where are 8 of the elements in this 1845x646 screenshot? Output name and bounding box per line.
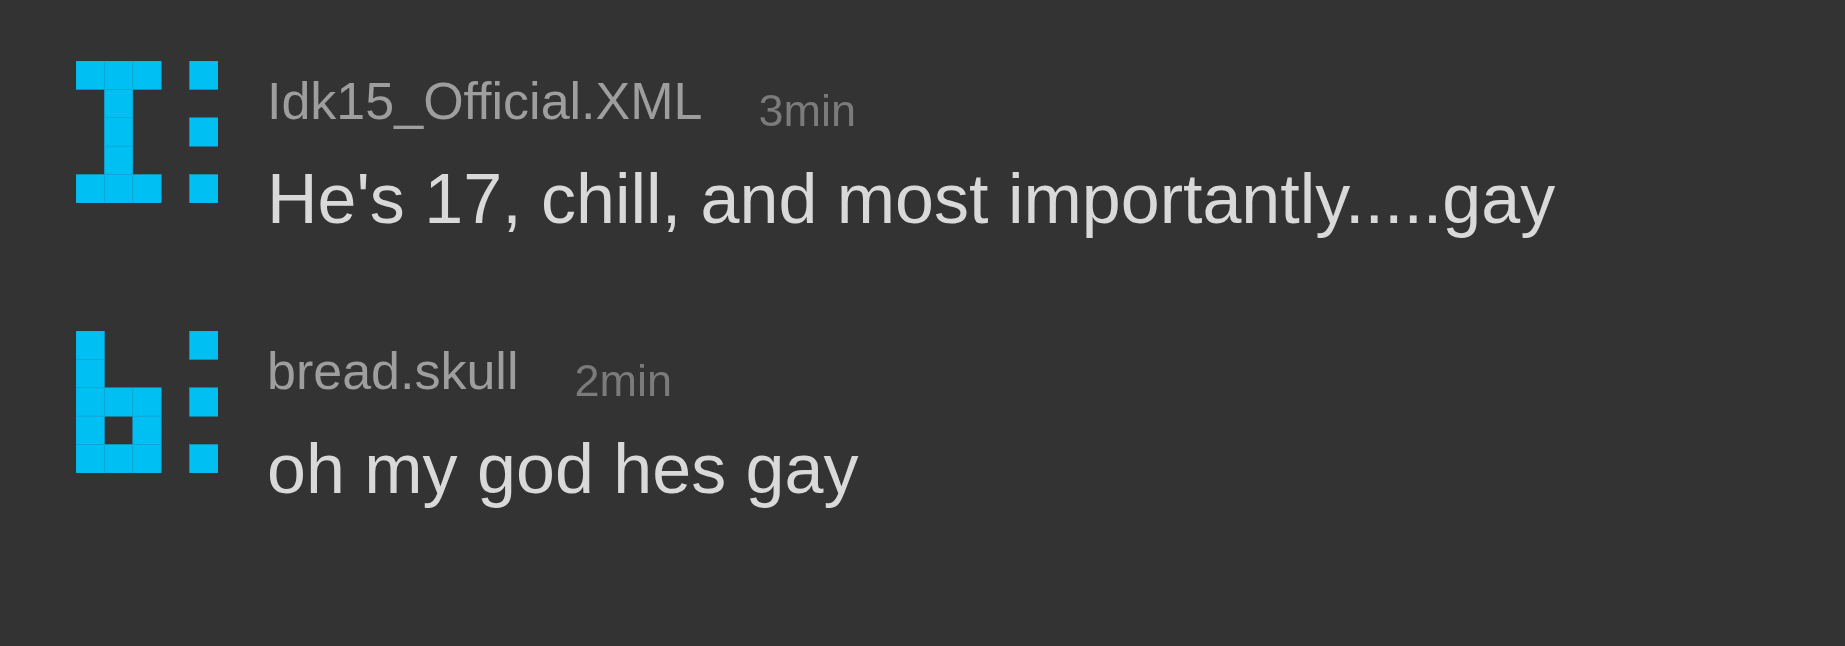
comment-text: oh my god hes gay: [267, 429, 859, 509]
timestamp: 3min: [758, 85, 857, 137]
avatar-icon: [76, 331, 218, 473]
comment-text: He's 17, chill, and most importantly.....gay: [267, 159, 1556, 239]
username[interactable]: Idk15_Official.XML: [267, 71, 703, 131]
avatar-icon: [76, 61, 218, 203]
username[interactable]: bread.skull: [267, 341, 519, 401]
timestamp: 2min: [574, 355, 672, 407]
